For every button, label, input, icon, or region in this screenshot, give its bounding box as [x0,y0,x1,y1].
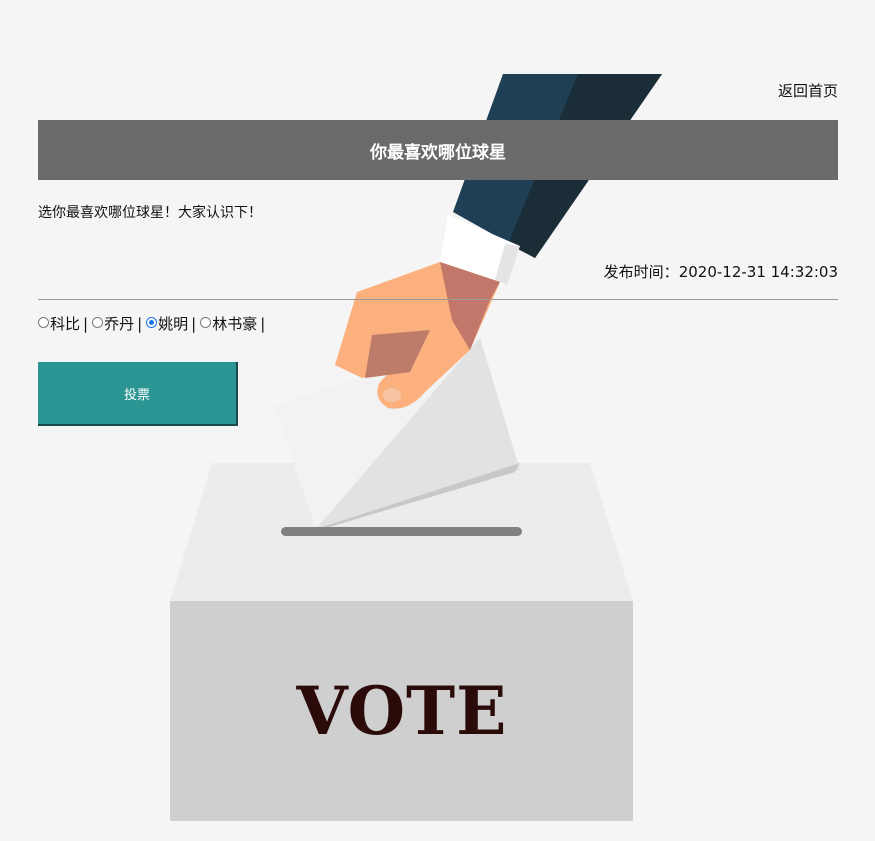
vote-page: VOTE 返回首页 你最喜欢哪位球星 选你最喜欢哪位球星！大家认识下！ 发布时间… [0,0,875,841]
option-separator: | [137,315,143,333]
vote-button[interactable]: 投票 [38,362,238,426]
option-separator: | [260,315,266,333]
option-jeremy-lin[interactable]: 林书豪 | [200,315,269,348]
publish-time-value: 2020-12-31 14:32:03 [678,263,838,281]
poll-title: 你最喜欢哪位球星 [370,142,506,163]
publish-time: 发布时间：2020-12-31 14:32:03 [604,261,838,282]
poll-description: 选你最喜欢哪位球星！大家认识下！ [38,205,262,221]
option-separator: | [191,315,197,333]
title-bar: 你最喜欢哪位球星 [38,120,838,180]
option-radio[interactable] [92,317,104,328]
back-home-link[interactable]: 返回首页 [778,80,838,101]
option-kobe[interactable]: 科比 | [38,315,92,348]
option-yao-ming[interactable]: 姚明 | [146,315,200,348]
thumbnail-shape [383,388,401,402]
slot-shape [281,527,522,536]
option-label: 乔丹 [104,315,135,333]
option-jordan[interactable]: 乔丹 | [92,315,146,348]
option-radio-checked[interactable] [146,317,158,328]
option-radio[interactable] [38,317,49,328]
option-label: 科比 [50,315,81,333]
divider [38,299,838,300]
publish-time-label: 发布时间： [603,263,679,281]
option-radio[interactable] [200,317,212,328]
option-label: 姚明 [158,315,189,333]
option-separator: | [83,315,89,333]
option-label: 林书豪 [212,315,258,333]
poll-options: 科比 | 乔丹 | 姚明 | 林书豪 | [38,315,269,348]
vote-box-text: VOTE [296,672,508,750]
